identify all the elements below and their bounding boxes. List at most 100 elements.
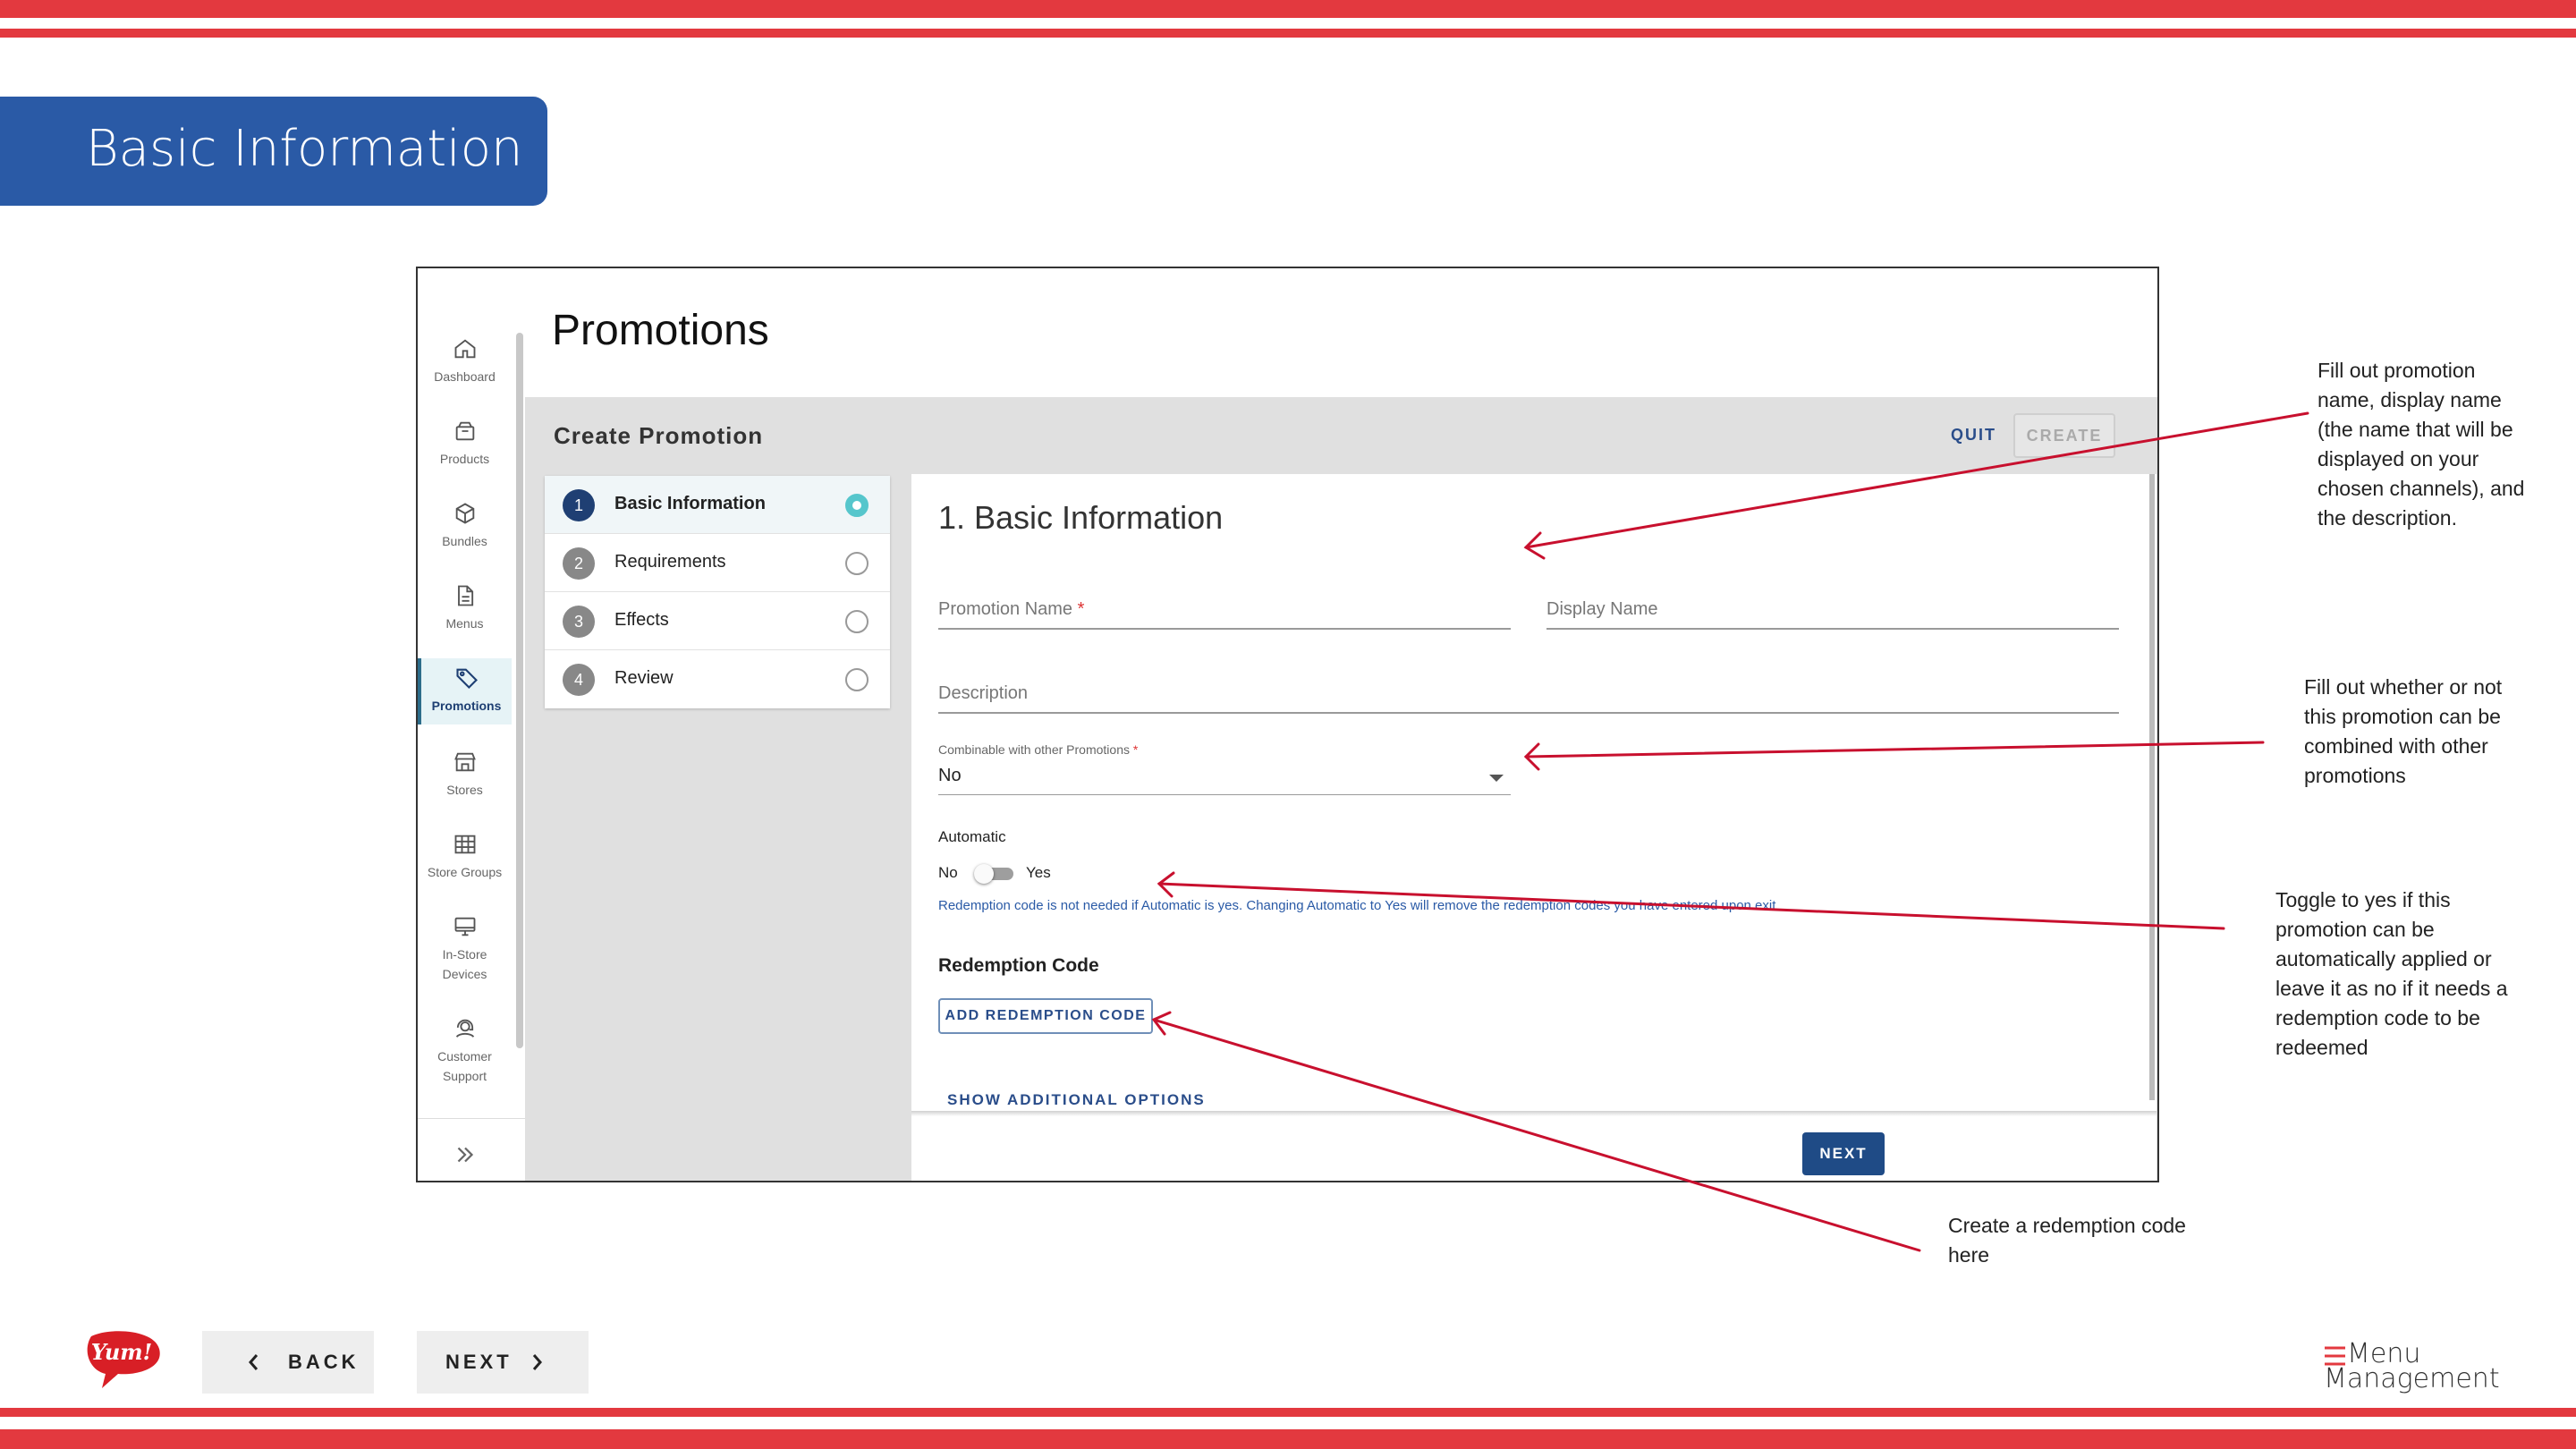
sidebar-item-label: Stores <box>446 783 483 797</box>
svg-text:Yum!: Yum! <box>91 1339 152 1365</box>
sidebar: Dashboard Products Bundles Menus Promoti… <box>418 268 525 1181</box>
chevron-right-icon <box>532 1354 542 1370</box>
add-redemption-code-button[interactable]: ADD REDEMPTION CODE <box>938 998 1153 1034</box>
description-underline <box>938 712 2119 714</box>
form-scrollbar[interactable] <box>2149 474 2155 1100</box>
headset-icon <box>453 1016 478 1041</box>
top-stripe-thin <box>0 29 2576 38</box>
step-label: Basic Information <box>614 494 766 513</box>
basic-information-form: 1. Basic Information Promotion Name * Di… <box>911 474 2157 1181</box>
next-label: NEXT <box>445 1351 513 1373</box>
combinable-value: No <box>938 766 962 785</box>
step-number: 1 <box>563 489 595 521</box>
annotation-line: Fill out whether or not <box>2304 675 2503 699</box>
step-label: Effects <box>614 610 669 630</box>
sidebar-item-label: Products <box>439 452 490 466</box>
step-basic-information[interactable]: 1 Basic Information <box>545 476 890 534</box>
annotation-redemption: Create a redemption code here <box>1948 1211 2186 1270</box>
annotation-line: redeemed <box>2275 1036 2368 1059</box>
required-marker: * <box>1132 742 1139 757</box>
combinable-underline <box>938 794 1511 795</box>
bottom-stripe-thin <box>0 1408 2576 1417</box>
form-next-button[interactable]: NEXT <box>1802 1132 1885 1175</box>
bottom-stripe-thick <box>0 1429 2576 1449</box>
sidebar-scrollbar[interactable] <box>516 333 523 1048</box>
display-name-label: Display Name <box>1546 599 1658 619</box>
step-requirements[interactable]: 2 Requirements <box>545 534 890 592</box>
promotion-name-label: Promotion Name * <box>938 599 1084 620</box>
footer-divider <box>911 1111 2157 1116</box>
annotation-line: displayed on your <box>2318 447 2479 470</box>
annotation-line: the description. <box>2318 506 2457 530</box>
double-chevron-right-icon <box>457 1147 474 1163</box>
form-heading: 1. Basic Information <box>938 499 1224 536</box>
create-button[interactable]: CREATE <box>2013 413 2115 458</box>
required-marker: * <box>1077 599 1085 619</box>
annotation-line: redemption code to be <box>2275 1006 2480 1030</box>
automatic-toggle[interactable] <box>974 864 1013 884</box>
slide-title-banner: Basic Information <box>0 97 547 206</box>
back-label: BACK <box>288 1351 360 1373</box>
sidebar-item-label: Menus <box>445 616 484 631</box>
step-radio[interactable] <box>845 494 869 517</box>
description-label: Description <box>938 683 1029 703</box>
display-name-underline <box>1546 628 2119 630</box>
sidebar-item-customer-support[interactable]: Customer Support <box>418 1016 512 1097</box>
next-button[interactable]: NEXT <box>417 1331 589 1394</box>
step-number: 4 <box>563 664 595 696</box>
annotation-line: promotions <box>2304 764 2406 787</box>
annotation-name-fields: Fill out promotion name, display name (t… <box>2318 356 2524 533</box>
sidebar-item-products[interactable]: Products <box>418 419 512 476</box>
dropdown-caret-icon <box>1489 775 1504 782</box>
annotation-line: this promotion can be <box>2304 705 2501 728</box>
sidebar-item-bundles[interactable]: Bundles <box>418 501 512 558</box>
quit-button[interactable]: QUIT <box>1951 426 1996 445</box>
sidebar-item-label: In-Store Devices <box>442 947 487 981</box>
box-icon <box>453 419 478 444</box>
sidebar-item-promotions[interactable]: Promotions <box>418 658 512 724</box>
main-content: Promotions Create Promotion QUIT CREATE … <box>525 268 2157 1181</box>
annotation-line: chosen channels), and <box>2318 477 2525 500</box>
step-radio[interactable] <box>845 610 869 633</box>
annotation-combinable: Fill out whether or not this promotion c… <box>2304 673 2502 791</box>
page-title: Promotions <box>552 307 769 354</box>
annotation-line: name, display name <box>2318 388 2502 411</box>
annotation-line: here <box>1948 1243 1990 1267</box>
promotion-name-underline <box>938 628 1511 630</box>
step-radio[interactable] <box>845 552 869 575</box>
toggle-knob <box>974 864 994 884</box>
toggle-on-label: Yes <box>1026 864 1051 881</box>
annotation-line: promotion can be <box>2275 918 2435 941</box>
sidebar-item-stores[interactable]: Stores <box>418 750 512 807</box>
sidebar-item-menus[interactable]: Menus <box>418 583 512 640</box>
cube-icon <box>453 501 478 526</box>
home-icon <box>453 336 478 361</box>
step-number: 2 <box>563 547 595 580</box>
tag-icon <box>454 665 479 691</box>
step-radio[interactable] <box>845 668 869 691</box>
expand-sidebar-button[interactable] <box>452 1141 479 1168</box>
annotation-line: Fill out promotion <box>2318 359 2476 382</box>
sidebar-item-label: Promotions <box>431 699 502 713</box>
step-review[interactable]: 4 Review <box>545 650 890 708</box>
step-effects[interactable]: 3 Effects <box>545 592 890 650</box>
automatic-label: Automatic <box>938 828 1006 845</box>
annotation-line: combined with other <box>2304 734 2488 758</box>
slide-title: Basic Information <box>86 120 523 178</box>
sidebar-item-label: Bundles <box>442 534 487 548</box>
document-icon <box>453 583 478 608</box>
sidebar-item-in-store-devices[interactable]: In-Store Devices <box>418 914 512 995</box>
back-button[interactable]: BACK <box>202 1331 374 1394</box>
app-screenshot: Dashboard Products Bundles Menus Promoti… <box>416 267 2159 1182</box>
annotation-line: Toggle to yes if this <box>2275 888 2451 911</box>
stepper: 1 Basic Information 2 Requirements 3 Eff… <box>545 476 890 708</box>
monitor-icon <box>453 914 478 939</box>
show-additional-options-button[interactable]: SHOW ADDITIONAL OPTIONS <box>947 1091 1206 1109</box>
combinable-label-text: Combinable with other Promotions <box>938 742 1130 757</box>
sidebar-item-label: Customer Support <box>437 1049 492 1083</box>
sidebar-item-dashboard[interactable]: Dashboard <box>418 336 512 394</box>
annotation-line: (the name that will be <box>2318 418 2513 441</box>
annotation-line: leave it as no if it needs a <box>2275 977 2508 1000</box>
annotation-line: automatically applied or <box>2275 947 2492 970</box>
sidebar-item-store-groups[interactable]: Store Groups <box>418 832 512 889</box>
